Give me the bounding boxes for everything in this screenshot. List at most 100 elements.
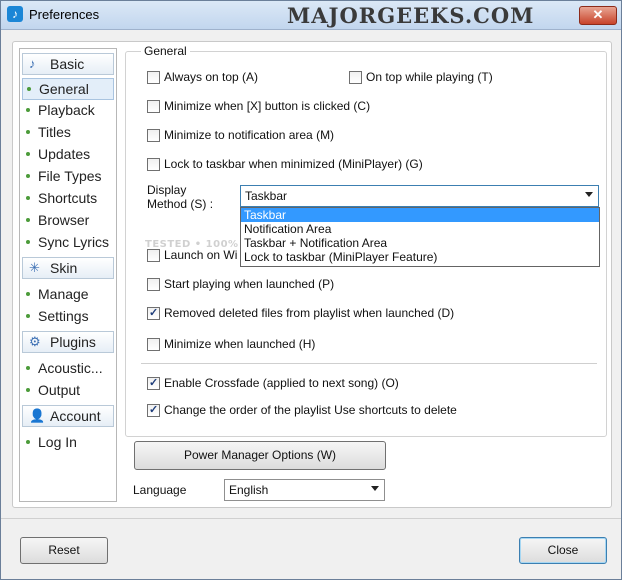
sidebar-item-label: General (39, 81, 89, 97)
bullet-icon (26, 174, 30, 178)
checkbox-box[interactable] (147, 338, 160, 351)
sidebar-item-label: File Types (38, 168, 102, 184)
chevron-down-icon (585, 192, 593, 197)
checkbox-label: Removed deleted files from playlist when… (164, 306, 455, 320)
sidebar-item-acoustic[interactable]: Acoustic... (22, 358, 112, 378)
checkbox-label: Minimize when [X] button is clicked (C) (164, 99, 371, 113)
app-icon: ♪ (7, 6, 23, 22)
display-method-value: Taskbar (245, 189, 288, 203)
checkbox-label: Change the order of the playlist Use sho… (164, 403, 457, 417)
sidebar-item-label: Browser (38, 212, 90, 228)
sidebar-item-titles[interactable]: Titles (22, 122, 112, 142)
sidebar-section-label: Account (50, 408, 101, 424)
dropdown-option-label: Notification Area (244, 222, 332, 236)
gear-icon: ⚙ (29, 334, 41, 349)
checkbox-box[interactable] (147, 100, 160, 113)
bullet-icon (26, 108, 30, 112)
language-label: Language (133, 483, 187, 497)
display-method-select[interactable]: Taskbar (240, 185, 599, 207)
sidebar-section-label: Plugins (50, 334, 96, 350)
sidebar-item-settings[interactable]: Settings (22, 306, 112, 326)
user-icon: 👤 (29, 408, 46, 423)
bullet-icon (27, 87, 31, 91)
display-method-dropdown[interactable]: Taskbar Notification Area Taskbar + Noti… (240, 207, 600, 267)
sidebar-item-label: Settings (38, 308, 89, 324)
bullet-icon (26, 388, 30, 392)
sidebar-item-label: Acoustic... (38, 360, 103, 376)
checkbox-box[interactable] (147, 71, 160, 84)
dropdown-option[interactable]: Taskbar (241, 208, 599, 222)
close-icon: ✕ (592, 7, 604, 22)
checkbox-box[interactable] (147, 278, 160, 291)
sidebar: ♪ Basic General Playback Titles Updates … (19, 48, 117, 502)
bullet-icon (26, 218, 30, 222)
sidebar-item-label: Manage (38, 286, 89, 302)
sidebar-item-label: Log In (38, 434, 77, 450)
sidebar-item-log-in[interactable]: Log In (22, 432, 112, 452)
sparkle-icon: ✳ (29, 260, 40, 275)
bullet-icon (26, 292, 30, 296)
dropdown-option[interactable]: Taskbar + Notification Area (241, 236, 599, 250)
checkbox-box[interactable] (349, 71, 362, 84)
sidebar-item-browser[interactable]: Browser (22, 210, 112, 230)
majorgeeks-watermark: MAJORGEEKS.COM (287, 3, 535, 28)
checkbox-label: On top while playing (T) (366, 70, 493, 84)
sidebar-item-output[interactable]: Output (22, 380, 112, 400)
sidebar-item-shortcuts[interactable]: Shortcuts (22, 188, 112, 208)
checkbox-box[interactable] (147, 158, 160, 171)
dropdown-option[interactable]: Lock to taskbar (MiniPlayer Feature) (241, 250, 599, 264)
checkbox-box[interactable] (147, 403, 160, 417)
dropdown-option-label: Taskbar (244, 208, 287, 222)
footer-divider (1, 518, 621, 519)
dropdown-option-label: Lock to taskbar (MiniPlayer Feature) (244, 250, 438, 264)
sidebar-section-skin[interactable]: ✳ Skin (22, 257, 114, 279)
sidebar-item-playback[interactable]: Playback (22, 100, 112, 120)
sidebar-item-label: Sync Lyrics (38, 234, 110, 250)
sidebar-section-label: Basic (50, 56, 85, 72)
sidebar-item-label: Shortcuts (38, 190, 98, 206)
sidebar-section-plugins[interactable]: ⚙ Plugins (22, 331, 114, 353)
dropdown-option[interactable]: Notification Area (241, 222, 599, 236)
checkbox-box[interactable] (147, 306, 160, 320)
window-title: Preferences (29, 7, 100, 22)
power-manager-options-button[interactable]: Power Manager Options (W) (134, 441, 386, 470)
sidebar-section-label: Skin (50, 260, 78, 276)
window-close-button[interactable]: ✕ (579, 6, 617, 25)
general-group-title: General (141, 44, 190, 58)
checkbox-label: Lock to taskbar when minimized (MiniPlay… (164, 157, 423, 171)
bullet-icon (26, 440, 30, 444)
sidebar-item-label: Updates (38, 146, 91, 162)
checkbox-box[interactable] (147, 376, 160, 390)
bullet-icon (26, 240, 30, 244)
bullet-icon (26, 196, 30, 200)
bullet-icon (26, 130, 30, 134)
divider (141, 363, 597, 364)
sidebar-item-file-types[interactable]: File Types (22, 166, 112, 186)
close-button[interactable]: Close (519, 537, 607, 564)
bullet-icon (26, 152, 30, 156)
dropdown-option-label: Taskbar + Notification Area (244, 236, 388, 250)
checkbox-label: Minimize when launched (H) (164, 337, 316, 351)
reset-button[interactable]: Reset (20, 537, 108, 564)
sidebar-item-updates[interactable]: Updates (22, 144, 112, 164)
checkbox-box[interactable] (147, 129, 160, 142)
sidebar-item-label: Playback (38, 102, 95, 118)
bullet-icon (26, 314, 30, 318)
checkbox-label: Start playing when launched (P) (164, 277, 335, 291)
sidebar-item-label: Titles (38, 124, 71, 140)
sidebar-section-account[interactable]: 👤 Account (22, 405, 114, 427)
checkbox-label: Enable Crossfade (applied to next song) … (164, 376, 399, 390)
display-method-label: Display Method (S) : (147, 183, 214, 211)
language-value: English (229, 483, 269, 497)
sidebar-section-basic[interactable]: ♪ Basic (22, 53, 114, 75)
sidebar-item-general[interactable]: General (22, 78, 114, 100)
checkbox-label: Always on top (A) (164, 70, 259, 84)
chevron-down-icon (371, 486, 379, 491)
title-bar[interactable]: ♪ Preferences MAJORGEEKS.COM ✕ (1, 1, 621, 30)
sidebar-item-sync-lyrics[interactable]: Sync Lyrics (22, 232, 112, 252)
preferences-window: ♪ Preferences MAJORGEEKS.COM ✕ ♪ Basic G… (0, 0, 622, 580)
sidebar-item-manage[interactable]: Manage (22, 284, 112, 304)
language-select[interactable]: English (224, 479, 385, 501)
sidebar-item-label: Output (38, 382, 81, 398)
music-note-icon: ♪ (29, 56, 36, 71)
